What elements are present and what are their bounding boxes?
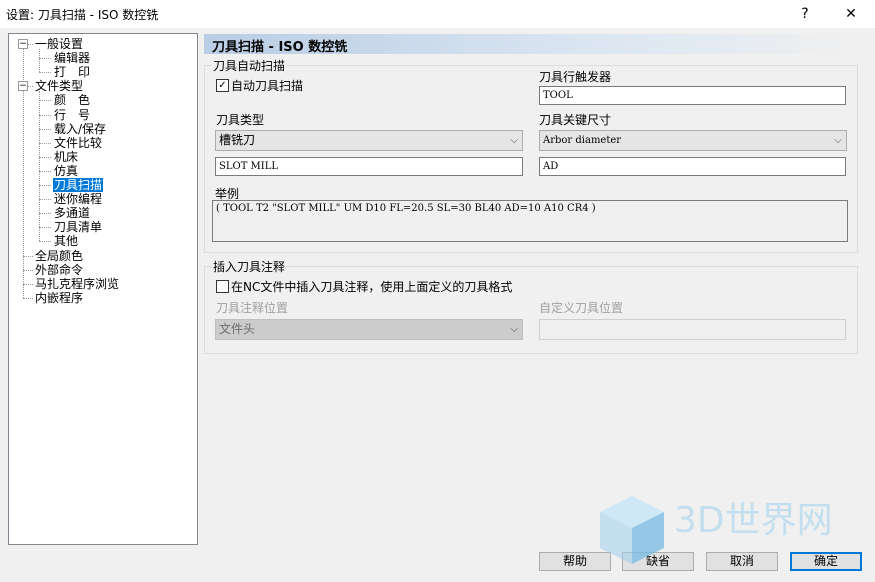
tree-line	[39, 156, 51, 158]
tree-line	[39, 49, 40, 73]
custom-position-label: 自定义刀具位置	[539, 301, 624, 315]
tree-line	[39, 128, 51, 130]
comment-position-label: 刀具注释位置	[216, 301, 289, 315]
tree-line	[39, 241, 51, 243]
settings-tree[interactable]: − 一般设置 编辑器打 印 − 文件类型颜 色行 号载入/保存 文件比较 机床 仿真 刀具扫描迷…	[8, 33, 198, 545]
example-box: ( TOOL T2 "SLOT MILL" UM D10 FL=20.5 SL=…	[212, 200, 848, 242]
tree-item[interactable]: 多通道	[53, 206, 91, 220]
tree-item[interactable]: 仿真	[53, 164, 79, 178]
help-icon[interactable]: ?	[790, 2, 820, 26]
tree-item[interactable]: 外部命令	[34, 263, 84, 277]
tree-item[interactable]: 打 印	[53, 65, 91, 79]
watermark-text: 3D世界网	[674, 500, 833, 541]
tree-line	[23, 255, 33, 257]
tool-type-select[interactable]: 槽铣刀 ⌵	[215, 130, 523, 151]
tree-line	[39, 58, 51, 60]
auto-scan-checkbox-label[interactable]: 自动刀具扫描	[231, 77, 303, 94]
trigger-label: 刀具行触发器	[539, 70, 612, 84]
title-bar: 设置: 刀具扫描 - ISO 数控铣 ? ✕	[0, 0, 875, 28]
watermark: 3D世界网	[592, 486, 854, 581]
tree-item[interactable]: 全局颜色	[34, 249, 84, 263]
tree-item[interactable]: 刀具扫描	[53, 178, 104, 192]
tree-line	[23, 297, 33, 299]
custom-position-input[interactable]	[539, 319, 846, 340]
tree-line	[39, 199, 51, 201]
tree-item[interactable]: 文件比较	[53, 136, 103, 150]
close-icon[interactable]: ✕	[836, 2, 866, 26]
tree-collapse-icon[interactable]: −	[18, 81, 28, 92]
tool-type-value: 槽铣刀	[219, 133, 256, 147]
tree-item[interactable]: 机床	[53, 150, 79, 164]
panel-title: 刀具扫描 - ISO 数控铣	[212, 40, 348, 55]
tool-type-label: 刀具类型	[216, 113, 265, 127]
panel-header: 刀具扫描 - ISO 数控铣	[204, 34, 858, 55]
auto-scan-group-title: 刀具自动扫描	[212, 57, 287, 74]
insert-comment-group-title: 插入刀具注释	[212, 258, 287, 275]
tree-item[interactable]: 刀具清单	[53, 220, 103, 234]
tree-line	[39, 185, 51, 186]
comment-position-value: 文件头	[219, 322, 256, 336]
tree-line	[23, 283, 33, 285]
tree-item[interactable]: 迷你编程	[53, 192, 103, 206]
tree-line	[39, 213, 51, 215]
tool-name-input[interactable]: SLOT MILL	[215, 157, 523, 176]
tree-line	[39, 142, 51, 144]
key-code-input[interactable]: AD	[539, 157, 846, 176]
insert-comment-checkbox-label[interactable]: 在NC文件中插入刀具注释，使用上面定义的刀具格式	[231, 278, 512, 295]
watermark-cube-icon: 3D世界网	[600, 496, 833, 564]
tree-item[interactable]: 马扎克程序浏览	[34, 277, 120, 291]
key-size-value: Arbor diameter	[543, 135, 622, 146]
tree-item[interactable]: 文件类型	[34, 79, 84, 93]
chevron-down-icon: ⌵	[510, 135, 518, 146]
tree-line	[39, 170, 51, 172]
auto-scan-checkbox[interactable]: ✓	[216, 79, 229, 92]
tree-item[interactable]: 行 号	[53, 108, 91, 122]
tree-line	[23, 269, 33, 271]
chevron-down-icon: ⌵	[510, 324, 518, 335]
tree-line	[39, 72, 51, 74]
tree-item[interactable]: 编辑器	[53, 51, 91, 65]
tree-item[interactable]: 颜 色	[53, 93, 91, 107]
key-size-label: 刀具关键尺寸	[539, 113, 612, 127]
window-title: 设置: 刀具扫描 - ISO 数控铣	[6, 8, 159, 22]
tree-collapse-icon[interactable]: −	[18, 39, 28, 49]
tree-line	[39, 100, 51, 102]
tree-item[interactable]: 一般设置	[34, 37, 84, 51]
trigger-input[interactable]: TOOL	[539, 86, 846, 105]
tree-item[interactable]: 内嵌程序	[34, 291, 84, 305]
tree-line	[39, 91, 40, 242]
tree-item[interactable]: 其他	[53, 234, 79, 248]
insert-comment-checkbox[interactable]	[216, 280, 229, 293]
tree-line	[39, 227, 51, 229]
tree-item[interactable]: 载入/保存	[53, 122, 107, 136]
chevron-down-icon: ⌵	[834, 135, 842, 146]
tree-line	[39, 114, 51, 116]
key-size-select[interactable]: Arbor diameter ⌵	[539, 130, 847, 151]
comment-position-select[interactable]: 文件头 ⌵	[215, 319, 523, 340]
